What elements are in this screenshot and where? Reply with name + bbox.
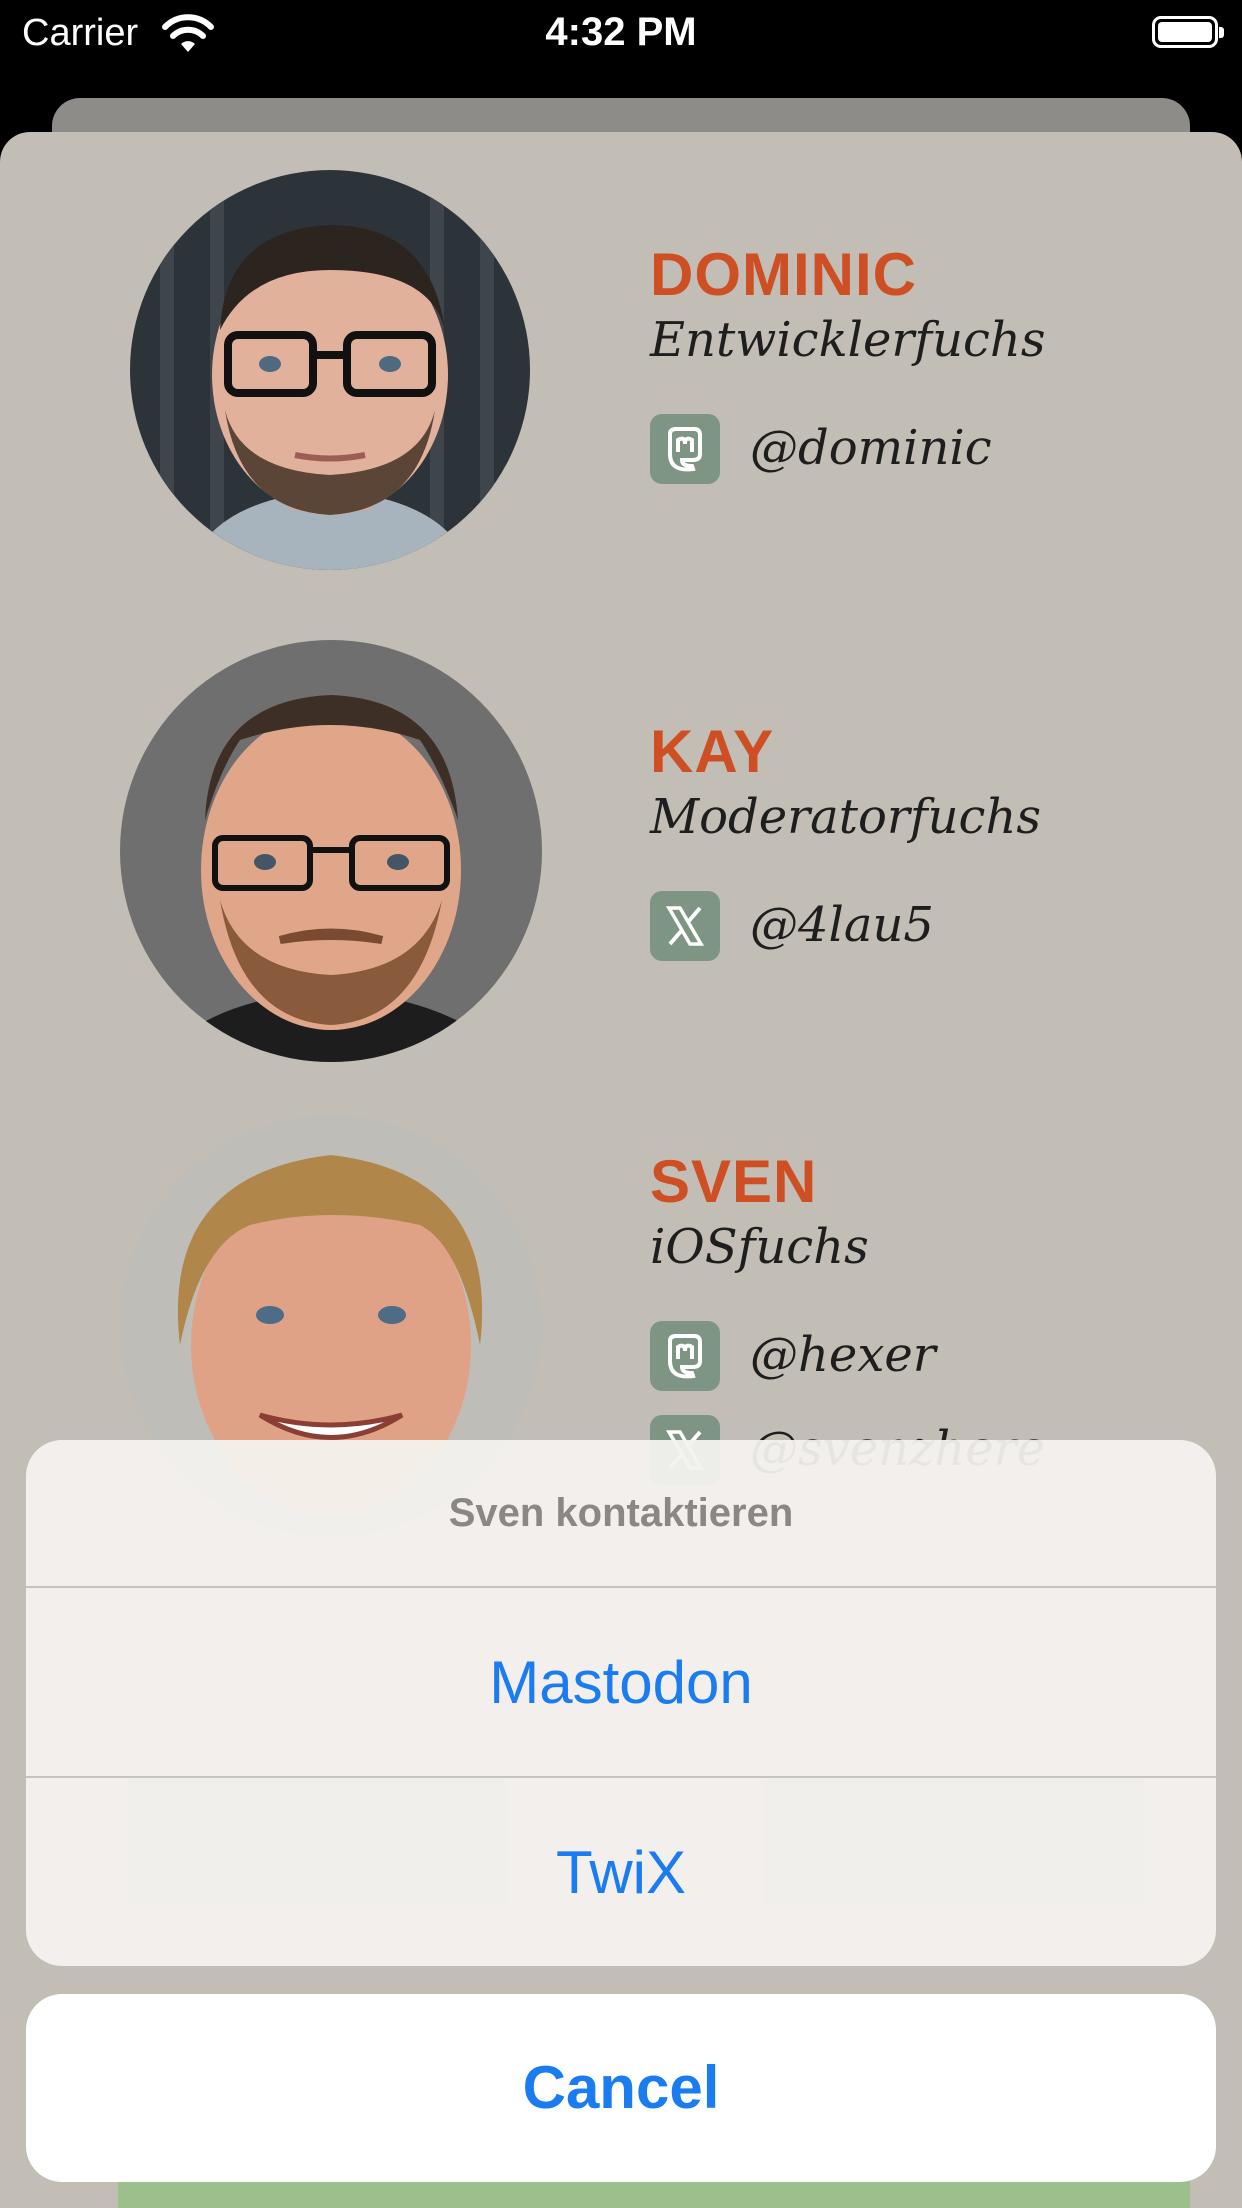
- clock: 4:32 PM: [545, 10, 697, 54]
- member-role: Entwicklerfuchs: [650, 312, 1046, 368]
- member-role: Moderatorfuchs: [650, 789, 1041, 845]
- handle-text: @hexer: [750, 1327, 936, 1383]
- member-name: KAY: [650, 718, 775, 785]
- handle-text: @dominic: [750, 420, 992, 476]
- avatar-kay: [120, 640, 542, 1062]
- cancel-button[interactable]: Cancel: [26, 1994, 1216, 2182]
- member-name: SVEN: [650, 1148, 818, 1215]
- action-sheet: Sven kontaktieren Mastodon TwiX: [26, 1440, 1216, 1966]
- member-name: DOMINIC: [650, 241, 917, 308]
- battery-icon: [1152, 16, 1224, 48]
- avatar-dominic: [130, 170, 530, 570]
- handle-text: @4lau5: [750, 897, 934, 953]
- x-icon: [650, 891, 720, 961]
- mastodon-icon: [650, 1321, 720, 1391]
- status-bar: Carrier 4:32 PM: [0, 0, 1242, 70]
- mastodon-option-button[interactable]: Mastodon: [26, 1586, 1216, 1778]
- action-sheet-title: Sven kontaktieren: [448, 1491, 794, 1535]
- member-role: iOSfuchs: [650, 1219, 869, 1275]
- mastodon-icon: [650, 414, 720, 484]
- map-preview: [118, 2180, 1190, 2208]
- twix-option-button[interactable]: TwiX: [26, 1776, 1216, 1966]
